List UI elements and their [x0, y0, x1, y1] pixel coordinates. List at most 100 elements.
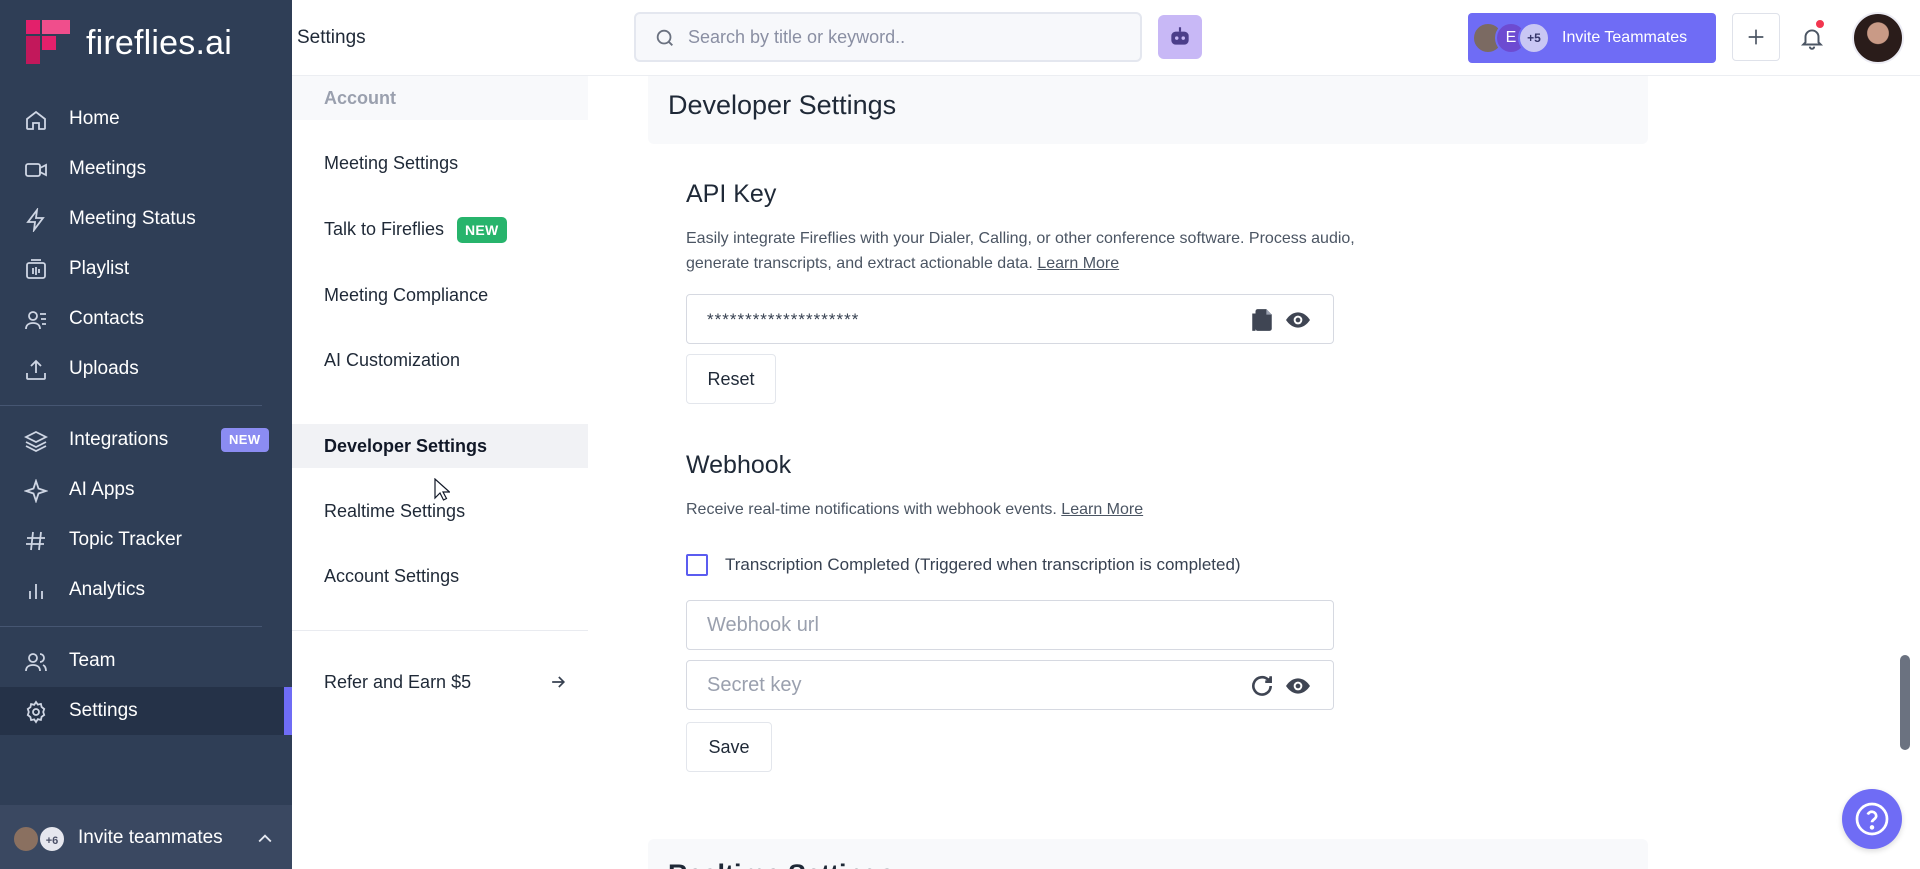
refer-and-earn-link[interactable]: Refer and Earn $5 — [292, 660, 588, 704]
sidebar-item-contacts[interactable]: Contacts — [0, 295, 292, 343]
video-camera-icon — [25, 163, 47, 177]
scrollbar-thumb[interactable] — [1900, 655, 1910, 750]
sidebar-item-label: Team — [69, 650, 116, 671]
gear-icon — [26, 700, 46, 724]
api-key-heading: API Key — [686, 180, 777, 208]
sidebar-item-meetings[interactable]: Meetings — [0, 145, 292, 193]
api-key-learn-more-link[interactable]: Learn More — [1037, 255, 1119, 272]
chevron-up-icon[interactable] — [255, 829, 275, 849]
subnav-item-label: Developer Settings — [324, 435, 488, 456]
sidebar-item-team[interactable]: Team — [0, 637, 292, 685]
home-icon — [26, 110, 46, 130]
subnav-item-label: Account Settings — [324, 565, 460, 586]
subnav-item-talk-to-fireflies[interactable]: Talk to Fireflies NEW — [292, 207, 588, 251]
subnav-item-developer-settings[interactable]: Developer Settings — [292, 424, 588, 468]
brand-logo[interactable]: fireflies.ai — [26, 20, 232, 66]
api-key-description-text: Easily integrate Fireflies with your Dia… — [686, 230, 1355, 272]
new-badge: NEW — [457, 217, 507, 243]
webhook-url-input[interactable] — [687, 601, 1333, 649]
main-sidebar: fireflies.ai Home Meetings Meeting Statu… — [0, 0, 292, 869]
api-key-masked-value: ******************** — [707, 310, 860, 329]
copy-icon[interactable] — [1249, 307, 1275, 333]
save-webhook-button[interactable]: Save — [686, 722, 772, 772]
secret-key-input[interactable] — [687, 661, 1333, 709]
subnav-divider — [292, 630, 588, 631]
page-title: Settings — [297, 27, 366, 48]
notification-dot — [1814, 18, 1826, 30]
subnav-header-account: Account — [292, 76, 588, 120]
sidebar-item-label: Meeting Status — [69, 208, 196, 229]
sidebar-divider — [0, 405, 262, 406]
sidebar-item-settings[interactable]: Settings — [0, 687, 292, 735]
contacts-icon — [25, 311, 46, 330]
extra-teammates-badge: +5 — [1518, 22, 1550, 54]
invite-teammates-label: Invite Teammates — [1562, 29, 1688, 46]
layers-icon — [24, 430, 48, 453]
arrow-right-icon — [552, 676, 566, 688]
sidebar-item-label: Contacts — [69, 308, 144, 329]
add-button[interactable] — [1732, 13, 1780, 61]
sidebar-divider — [0, 626, 262, 627]
subnav-item-meeting-compliance[interactable]: Meeting Compliance — [292, 273, 588, 317]
fireflies-logo-icon — [26, 20, 70, 64]
brand-name: fireflies.ai — [86, 23, 233, 62]
section-title: Realtime Settings — [668, 859, 895, 869]
refer-label: Refer and Earn $5 — [324, 671, 472, 692]
subnav-item-account-settings[interactable]: Account Settings — [292, 554, 588, 598]
sidebar-item-label: AI Apps — [69, 479, 135, 500]
webhook-learn-more-link[interactable]: Learn More — [1061, 501, 1143, 518]
notifications-button[interactable] — [1792, 18, 1832, 58]
sidebar-item-label: Topic Tracker — [69, 529, 182, 550]
sidebar-item-label: Analytics — [69, 579, 146, 600]
subnav-item-meeting-settings[interactable]: Meeting Settings — [292, 141, 588, 185]
avatar — [12, 825, 40, 853]
subnav-header-label: Account — [324, 87, 396, 108]
eye-icon[interactable] — [1285, 673, 1311, 699]
sidebar-item-analytics[interactable]: Analytics — [0, 566, 292, 614]
eye-icon[interactable] — [1285, 307, 1311, 333]
help-button[interactable] — [1842, 789, 1902, 849]
invite-teammates-footer[interactable]: +6 Invite teammates — [0, 805, 292, 869]
secret-key-field — [686, 660, 1334, 710]
plus-icon — [1748, 29, 1764, 45]
subnav-item-ai-customization[interactable]: AI Customization — [292, 338, 588, 382]
api-key-description: Easily integrate Fireflies with your Dia… — [686, 226, 1406, 276]
reset-api-key-button[interactable]: Reset — [686, 354, 776, 404]
transcription-completed-option[interactable]: Transcription Completed (Triggered when … — [686, 554, 1241, 576]
checkbox-label: Transcription Completed (Triggered when … — [725, 555, 1241, 574]
subnav-item-realtime-settings[interactable]: Realtime Settings — [292, 489, 588, 533]
search-input[interactable] — [688, 14, 1128, 60]
scrollbar-track[interactable] — [1898, 76, 1920, 869]
robot-icon — [1171, 27, 1189, 45]
subnav-item-label: AI Customization — [324, 349, 461, 370]
sidebar-item-uploads[interactable]: Uploads — [0, 345, 292, 393]
developer-settings-panel: Developer Settings API Key Easily integr… — [588, 76, 1898, 869]
user-avatar[interactable] — [1852, 12, 1904, 64]
api-key-field: ******************** — [686, 294, 1334, 344]
ai-assistant-button[interactable] — [1158, 15, 1202, 59]
invite-teammates-label: Invite teammates — [78, 827, 223, 848]
refresh-icon[interactable] — [1249, 673, 1275, 699]
sidebar-item-label: Playlist — [69, 258, 130, 279]
sidebar-item-label: Integrations — [69, 429, 169, 450]
search-icon — [656, 29, 673, 46]
search-box[interactable] — [634, 12, 1142, 62]
sidebar-item-playlist[interactable]: Playlist — [0, 245, 292, 293]
transcription-completed-checkbox[interactable] — [686, 554, 708, 576]
subnav-item-label: Talk to Fireflies — [324, 218, 445, 239]
playlist-icon — [26, 259, 46, 279]
sidebar-item-integrations[interactable]: Integrations NEW — [0, 416, 292, 464]
sidebar-item-ai-apps[interactable]: AI Apps — [0, 466, 292, 514]
team-icon — [25, 653, 47, 672]
webhook-heading: Webhook — [686, 451, 792, 479]
sidebar-item-label: Home — [69, 108, 120, 129]
upload-icon — [26, 359, 46, 380]
new-badge: NEW — [221, 428, 269, 452]
subnav-item-label: Meeting Compliance — [324, 284, 489, 305]
sidebar-item-home[interactable]: Home — [0, 95, 292, 143]
lightning-icon — [26, 208, 45, 232]
invite-teammates-button[interactable]: E +5 Invite Teammates — [1468, 13, 1716, 63]
sidebar-item-meeting-status[interactable]: Meeting Status — [0, 195, 292, 243]
sidebar-item-topic-tracker[interactable]: Topic Tracker — [0, 516, 292, 564]
help-icon — [1855, 802, 1889, 836]
